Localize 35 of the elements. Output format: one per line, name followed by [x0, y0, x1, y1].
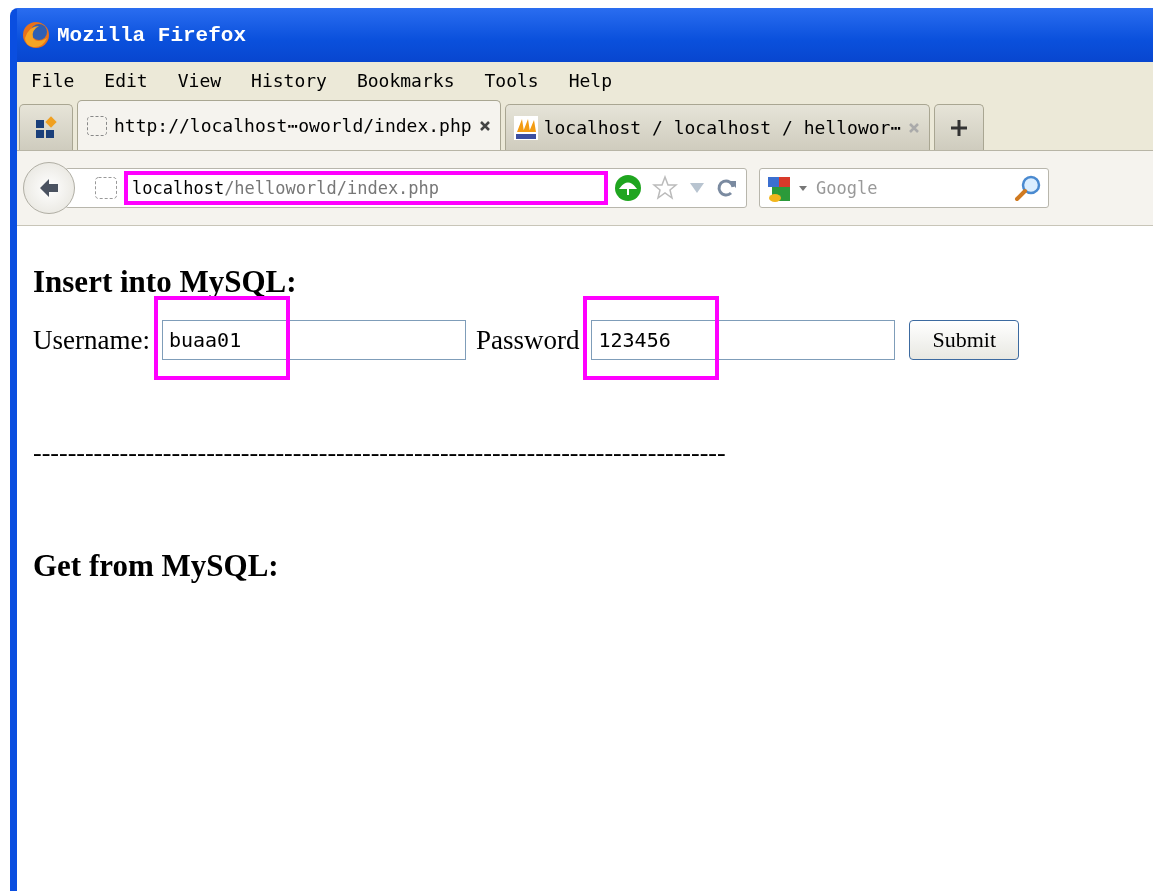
- text-input[interactable]: buaa01: [161, 320, 466, 360]
- menu-item[interactable]: Bookmarks: [356, 69, 455, 91]
- text-input[interactable]: 123456: [591, 320, 896, 360]
- menu-item[interactable]: Edit: [104, 69, 148, 91]
- address-bar[interactable]: localhost/helloworld/index.php: [65, 168, 747, 208]
- tab-groups-button[interactable]: [19, 104, 73, 150]
- tab-title: localhost / localhost / hellowor⋯: [543, 117, 902, 138]
- browser-tab[interactable]: localhost / localhost / hellowor⋯: [504, 104, 931, 150]
- phpmyadmin-favicon-icon: [513, 115, 538, 140]
- bookmark-star-icon[interactable]: [652, 175, 678, 201]
- dashed-separator-text: --------------------------------------------------------------------------------: [33, 438, 726, 468]
- window-title: Mozilla Firefox: [57, 23, 247, 47]
- reload-icon[interactable]: [716, 177, 738, 199]
- menu-item[interactable]: Tools: [484, 69, 539, 91]
- tab-groups-icon: [34, 115, 58, 140]
- menu-item[interactable]: Help: [568, 69, 613, 91]
- section-heading: Get from MySQL:: [33, 548, 280, 584]
- plus-icon: [949, 117, 970, 138]
- site-identity-icon: [94, 176, 118, 200]
- tab-title: http://localhost⋯oworld/index.php: [114, 115, 472, 136]
- dropdown-arrow-icon[interactable]: [798, 183, 808, 193]
- new-tab-button[interactable]: [934, 104, 985, 150]
- back-button[interactable]: [23, 162, 75, 214]
- menu-item[interactable]: History: [251, 69, 327, 91]
- menu-item[interactable]: File: [31, 69, 75, 91]
- field-label: Password: [475, 324, 580, 356]
- search-icon[interactable]: [1014, 174, 1042, 202]
- firefox-logo-icon: [21, 20, 51, 50]
- search-bar[interactable]: Google: [759, 168, 1049, 208]
- field-label: Username:: [33, 324, 150, 356]
- blank-page-icon: [86, 114, 108, 137]
- browser-tab[interactable]: http://localhost⋯oworld/index.php: [77, 100, 501, 150]
- submit-button[interactable]: Submit: [909, 320, 1020, 360]
- menu-item[interactable]: View: [177, 69, 222, 91]
- section-heading: Insert into MySQL:: [33, 264, 298, 300]
